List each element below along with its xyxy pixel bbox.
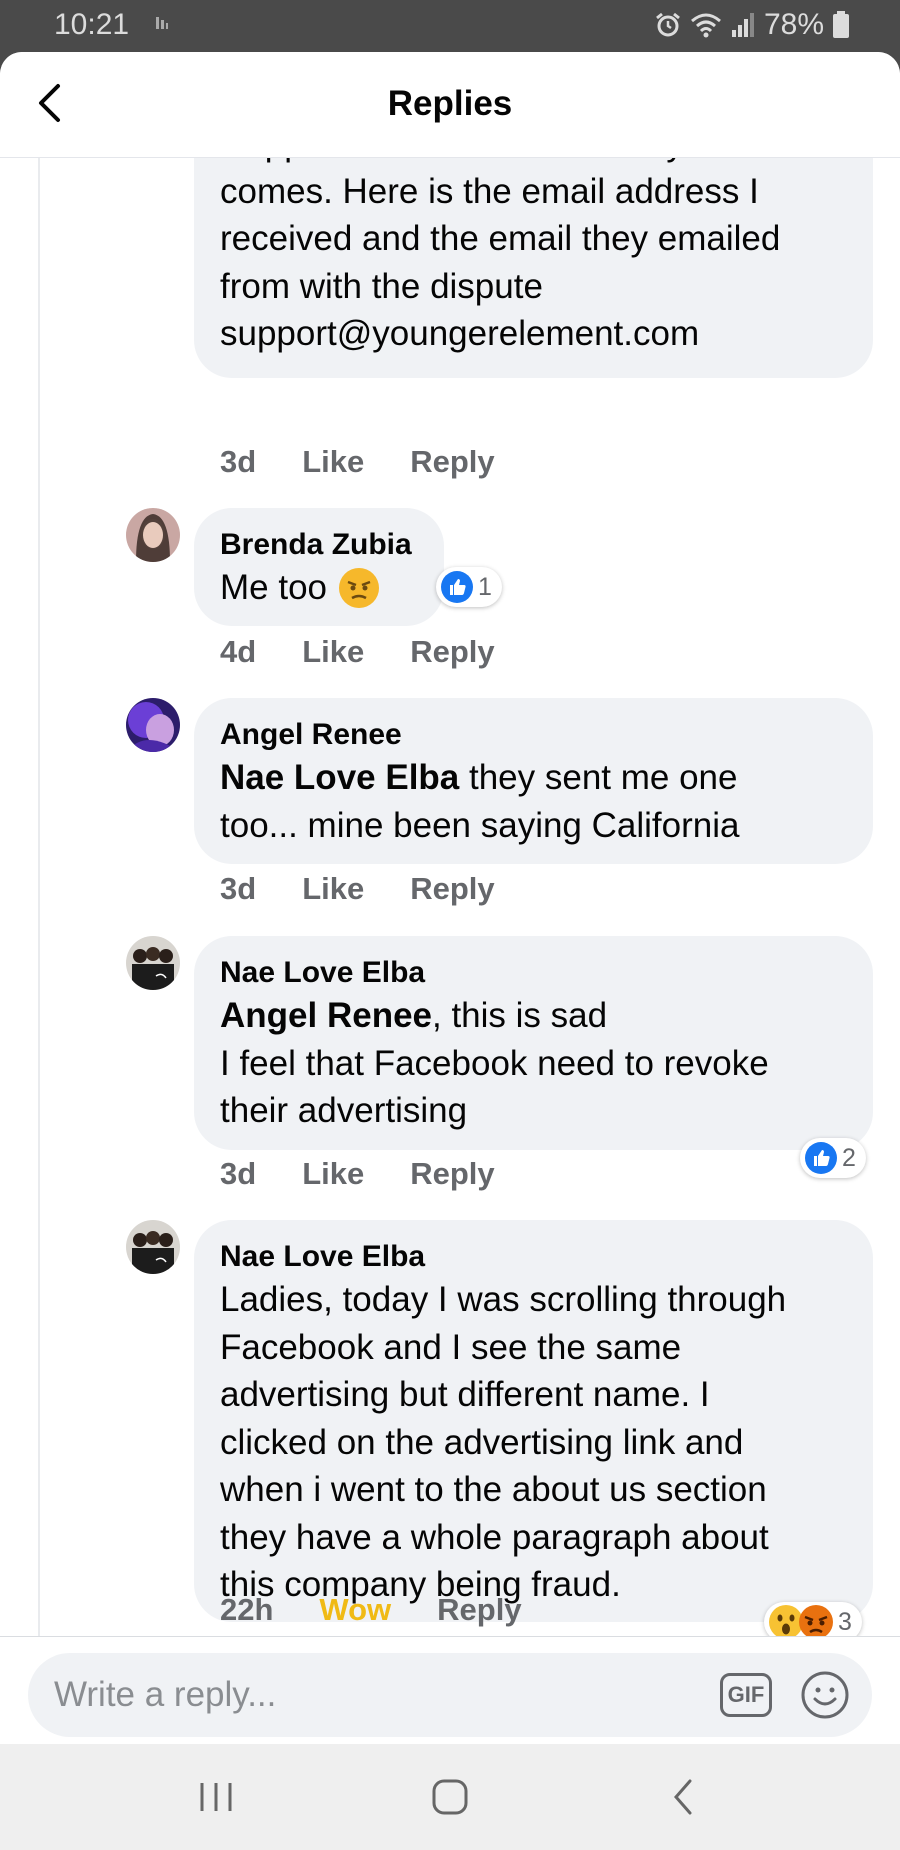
- comment-actions: 22h Wow Reply: [220, 1592, 522, 1628]
- comment-time: 4d: [220, 634, 257, 669]
- comment-author[interactable]: Nae Love Elba: [220, 1238, 847, 1276]
- like-button[interactable]: Like: [302, 1156, 364, 1192]
- comment-thread[interactable]: shipped. Let's see if it actually comes.…: [0, 158, 900, 1636]
- system-nav-bar: [0, 1744, 900, 1850]
- signal-icon: [731, 13, 754, 37]
- comment-bubble: shipped. Let's see if it actually comes.…: [194, 158, 873, 378]
- comment-bubble: Nae Love Elba Ladies, today I was scroll…: [194, 1220, 873, 1622]
- comment-text: Nae Love Elba they sent me one too... mi…: [220, 758, 740, 845]
- page-title: Replies: [387, 84, 513, 123]
- comment-text: Me too: [220, 564, 418, 612]
- comment-time: 3d: [220, 1156, 257, 1191]
- gif-button[interactable]: GIF: [720, 1673, 772, 1717]
- back-icon[interactable]: [664, 1777, 704, 1817]
- avatar[interactable]: [126, 698, 180, 752]
- status-right: 78%: [654, 8, 850, 42]
- reaction-badge[interactable]: 1: [436, 567, 502, 607]
- like-button[interactable]: Like: [302, 871, 364, 907]
- comment-text: shipped. Let's see if it actually comes.…: [220, 158, 781, 353]
- comment-actions: 3d Like Reply: [220, 1156, 495, 1192]
- wifi-icon: [690, 13, 721, 38]
- reaction-badge[interactable]: 2: [800, 1138, 866, 1178]
- header: Replies: [0, 52, 900, 158]
- comment-time: 3d: [220, 871, 257, 906]
- angry-face-icon: [339, 567, 379, 608]
- comment-text: Ladies, today I was scrolling through Fa…: [220, 1280, 787, 1604]
- like-button[interactable]: Like: [302, 444, 364, 480]
- comment-actions: 3d Like Reply: [220, 871, 495, 907]
- avatar[interactable]: [126, 508, 180, 562]
- composer-box: GIF: [28, 1653, 872, 1737]
- reply-input[interactable]: [54, 1653, 694, 1737]
- comment-text: Angel Renee, this is sad I feel that Fac…: [220, 996, 769, 1130]
- replies-sheet: Replies shipped. Let's see if it actuall…: [0, 52, 900, 1744]
- battery-icon: [833, 11, 849, 38]
- reply-button[interactable]: Reply: [410, 1156, 494, 1192]
- reply-button[interactable]: Reply: [437, 1592, 521, 1628]
- thread-line: [38, 158, 40, 1636]
- mention-link[interactable]: Nae Love Elba: [220, 758, 459, 797]
- avatar[interactable]: [126, 936, 180, 990]
- media-icon: [156, 17, 168, 29]
- comment-actions: 4d Like Reply: [220, 634, 495, 670]
- reply-button[interactable]: Reply: [410, 444, 494, 480]
- status-bar: 10:21 78%: [0, 0, 900, 52]
- wow-button[interactable]: Wow: [319, 1592, 391, 1628]
- reply-button[interactable]: Reply: [410, 871, 494, 907]
- like-reaction-icon: [805, 1142, 837, 1174]
- comment-bubble: Brenda Zubia Me too: [194, 508, 444, 626]
- like-button[interactable]: Like: [302, 634, 364, 670]
- mention-link[interactable]: Angel Renee: [220, 996, 432, 1035]
- home-icon[interactable]: [430, 1777, 470, 1817]
- alarm-icon: [656, 12, 680, 37]
- avatar[interactable]: [126, 1220, 180, 1274]
- comment-time: 3d: [220, 444, 257, 479]
- comment-bubble: Nae Love Elba Angel Renee, this is sad I…: [194, 936, 873, 1150]
- comment-author[interactable]: Angel Renee: [220, 716, 847, 754]
- comment-author[interactable]: Nae Love Elba: [220, 954, 847, 992]
- angry-reaction-icon: [799, 1605, 833, 1636]
- like-reaction-icon: [441, 571, 473, 603]
- emoji-icon[interactable]: [800, 1670, 850, 1720]
- reply-composer: GIF: [0, 1636, 900, 1744]
- comment-actions: 3d Like Reply: [220, 444, 495, 480]
- reaction-badge[interactable]: 3: [764, 1602, 862, 1636]
- comment-author[interactable]: Brenda Zubia: [220, 526, 418, 564]
- reply-button[interactable]: Reply: [410, 634, 494, 670]
- comment-time: 22h: [220, 1592, 274, 1627]
- recent-apps-icon[interactable]: [196, 1777, 236, 1817]
- status-time: 10:21: [54, 8, 130, 41]
- battery-percent: 78%: [763, 8, 824, 41]
- comment-bubble: Angel Renee Nae Love Elba they sent me o…: [194, 698, 873, 864]
